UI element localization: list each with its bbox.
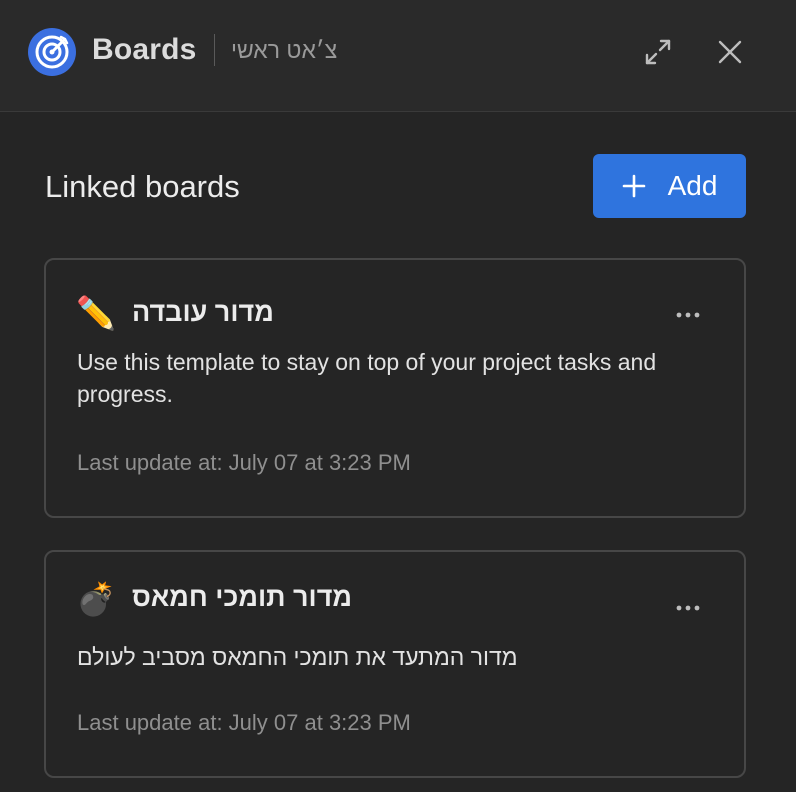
target-logo-icon <box>28 28 76 76</box>
more-options-icon <box>676 312 700 318</box>
plus-icon <box>622 174 645 198</box>
app-title: Boards <box>92 33 197 66</box>
add-board-button[interactable]: Add <box>593 154 746 218</box>
board-last-update: Last update at: July 07 at 3:23 PM <box>77 450 411 475</box>
add-button-label: Add <box>667 170 718 201</box>
more-options-button[interactable] <box>670 303 706 327</box>
pencil-icon: ✏️ <box>76 295 116 331</box>
channel-name: צ׳אט ראשי <box>231 37 338 63</box>
board-description: מדור המתעד את תומכי החמאס מסביב לעולם <box>77 644 518 670</box>
title-divider <box>214 34 215 66</box>
bomb-icon: 💣 <box>76 581 116 617</box>
expand-button[interactable] <box>638 32 678 72</box>
close-button[interactable] <box>710 32 750 72</box>
close-icon <box>718 40 742 64</box>
board-card[interactable]: 💣 מדור תומכי חמאס מדור המתעד את תומכי הח… <box>44 550 746 778</box>
more-options-button[interactable] <box>670 596 706 620</box>
more-options-icon <box>676 605 700 611</box>
board-last-update: Last update at: July 07 at 3:23 PM <box>77 710 411 735</box>
board-card[interactable]: ✏️ מדור עובדה Use this template to stay … <box>44 258 746 518</box>
board-title: מדור תומכי חמאס <box>132 582 353 612</box>
board-description: Use this template to stay on top of your… <box>77 349 657 407</box>
panel-header: Boards צ׳אט ראשי <box>0 0 796 112</box>
board-title: מדור עובדה <box>132 297 274 327</box>
expand-icon <box>645 39 671 65</box>
linked-boards-heading: Linked boards <box>45 169 240 204</box>
